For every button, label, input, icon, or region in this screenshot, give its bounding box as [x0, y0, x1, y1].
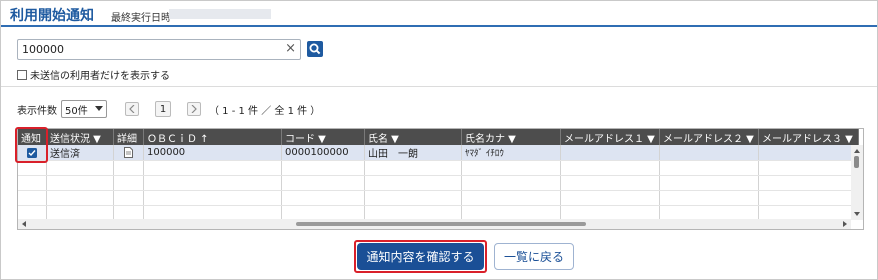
- chevron-down-icon: [95, 106, 103, 111]
- per-page-label: 表示件数: [17, 105, 57, 117]
- back-to-list-button[interactable]: 一覧に戻る: [494, 243, 574, 270]
- prev-page-button[interactable]: [125, 102, 139, 116]
- divider: [1, 86, 877, 87]
- name-kana-cell: ﾔﾏﾀﾞ ｲﾁﾛｳ: [462, 145, 561, 160]
- scroll-left-icon[interactable]: [20, 219, 28, 229]
- per-page-select[interactable]: 50件: [61, 100, 107, 118]
- document-icon[interactable]: [124, 147, 133, 158]
- email-1-cell: [561, 145, 660, 160]
- name-cell: 山田 一朗: [365, 145, 462, 160]
- last-run-label: 最終実行日時: [111, 13, 171, 24]
- empty-row: [18, 175, 859, 190]
- unsent-only-label: 未送信の利用者だけを表示する: [30, 71, 170, 82]
- empty-row: [18, 205, 859, 220]
- col-name[interactable]: 氏名 ▼: [365, 129, 462, 145]
- col-obcid[interactable]: ＯＢＣｉＤ ↑: [144, 129, 282, 145]
- search-input-value: 100000: [22, 43, 64, 56]
- chevron-left-icon: [129, 105, 135, 113]
- clear-icon[interactable]: ×: [285, 41, 296, 56]
- send-status-cell: 送信済: [47, 145, 114, 160]
- scroll-down-icon[interactable]: [851, 210, 863, 218]
- page-range-text: （ 1 - 1 件 ／ 全 1 件 ）: [209, 105, 321, 117]
- empty-row: [18, 190, 859, 205]
- user-table: 通知 送信状況 ▼ 詳細 ＯＢＣｉＤ ↑ コード ▼ 氏名 ▼ 氏名カナ ▼ メ…: [17, 128, 864, 230]
- code-cell: 0000100000: [282, 145, 365, 160]
- page-number[interactable]: 1: [155, 101, 171, 117]
- pager: 表示件数 50件 1 （ 1 - 1 件 ／ 全 1 件 ）: [17, 100, 320, 118]
- vertical-scrollbar[interactable]: [851, 145, 863, 220]
- horizontal-scrollbar[interactable]: [18, 219, 851, 229]
- last-run-value-redacted: [169, 9, 271, 19]
- horizontal-scroll-thumb[interactable]: [296, 222, 586, 226]
- col-email-2[interactable]: メールアドレス２ ▼: [660, 129, 759, 145]
- next-page-button[interactable]: [187, 102, 201, 116]
- unsent-only-checkbox[interactable]: [17, 69, 27, 80]
- col-name-kana[interactable]: 氏名カナ ▼: [462, 129, 561, 145]
- page-header: 利用開始通知 最終実行日時: [1, 1, 877, 27]
- table-header-row: 通知 送信状況 ▼ 詳細 ＯＢＣｉＤ ↑ コード ▼ 氏名 ▼ 氏名カナ ▼ メ…: [18, 129, 859, 145]
- page-title: 利用開始通知: [10, 8, 94, 24]
- col-send-status[interactable]: 送信状況 ▼: [47, 129, 114, 145]
- empty-row: [18, 160, 859, 175]
- search-icon: [309, 43, 321, 55]
- table-row[interactable]: 送信済 100000 0000100000 山田 一朗 ﾔﾏﾀﾞ ｲﾁﾛｳ: [18, 145, 859, 160]
- email-2-cell: [660, 145, 759, 160]
- col-email-1[interactable]: メールアドレス１ ▼: [561, 129, 660, 145]
- per-page-value: 50件: [65, 105, 88, 117]
- obcid-cell: 100000: [144, 145, 282, 160]
- vertical-scroll-thumb[interactable]: [854, 156, 859, 168]
- email-3-cell: [759, 145, 859, 160]
- highlight-notify-column: [15, 127, 48, 163]
- scroll-up-icon[interactable]: [851, 147, 863, 155]
- detail-cell: [114, 145, 144, 160]
- col-detail[interactable]: 詳細: [114, 129, 144, 145]
- search-button[interactable]: [307, 41, 323, 57]
- col-email-3[interactable]: メールアドレス３ ▼: [759, 129, 859, 145]
- unsent-only-filter[interactable]: 未送信の利用者だけを表示する: [17, 67, 170, 82]
- col-code[interactable]: コード ▼: [282, 129, 365, 145]
- scroll-right-icon[interactable]: [841, 219, 849, 229]
- search-input[interactable]: 100000 ×: [17, 39, 301, 60]
- highlight-confirm-button: [354, 240, 487, 273]
- chevron-right-icon: [191, 105, 197, 113]
